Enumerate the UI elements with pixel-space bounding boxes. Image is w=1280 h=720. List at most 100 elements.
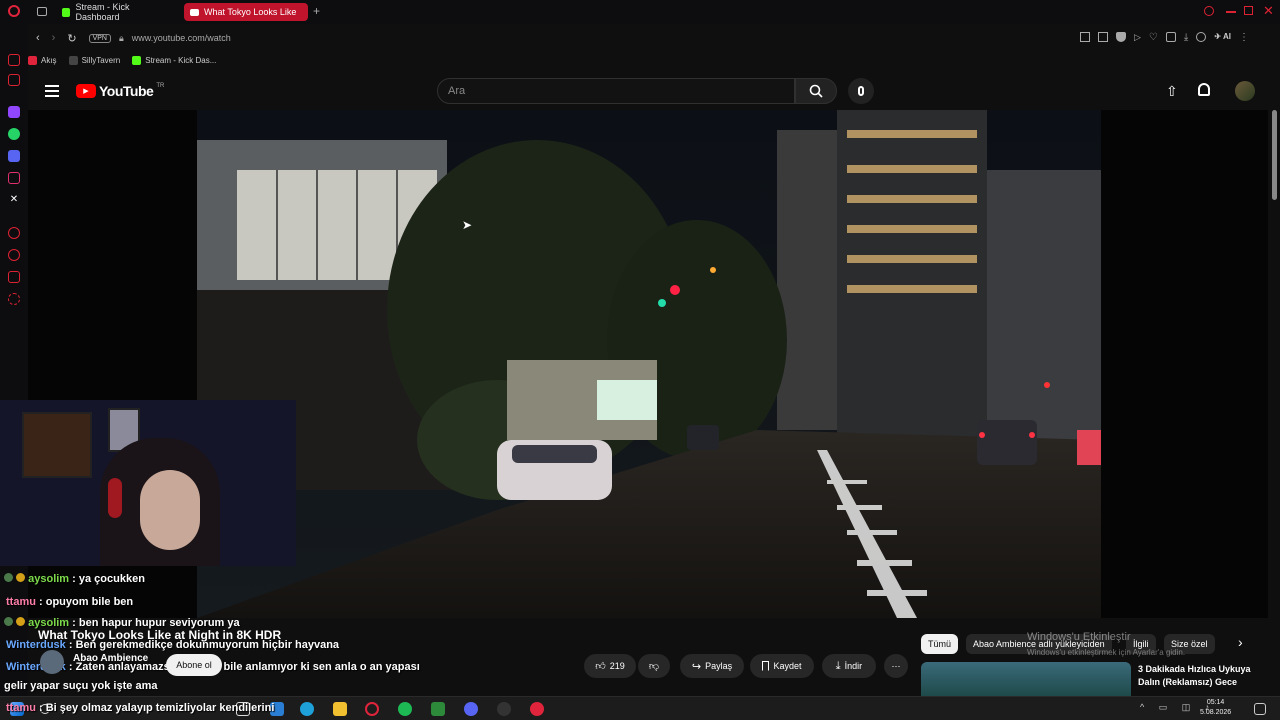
chat-user: ttamu bbox=[6, 596, 36, 608]
channel-name[interactable]: Abao Ambience bbox=[73, 653, 148, 664]
extensions-icon[interactable] bbox=[1165, 32, 1176, 42]
discord-icon[interactable] bbox=[8, 150, 20, 162]
twitch-icon[interactable] bbox=[8, 106, 20, 118]
channel-avatar[interactable] bbox=[40, 650, 64, 674]
discord-taskbar-icon[interactable] bbox=[464, 702, 478, 716]
subscriber-badge-icon bbox=[4, 617, 13, 626]
url-field[interactable]: www.youtube.com/watch bbox=[132, 33, 231, 43]
opera-logo-icon[interactable] bbox=[8, 5, 20, 17]
instagram-icon[interactable] bbox=[8, 172, 20, 184]
search-input[interactable]: Ara bbox=[437, 78, 795, 104]
opera-icon[interactable] bbox=[365, 702, 379, 716]
whatsapp-icon[interactable] bbox=[8, 128, 20, 140]
chevron-right-icon[interactable]: › bbox=[1238, 634, 1243, 650]
tab-kick-dashboard[interactable]: Stream - Kick Dashboard bbox=[56, 2, 176, 22]
forward-icon[interactable]: › bbox=[52, 32, 56, 44]
app-icon[interactable] bbox=[431, 702, 445, 716]
like-button[interactable]: 👍︎ 219 bbox=[584, 654, 636, 678]
minimize-icon[interactable] bbox=[1226, 11, 1236, 13]
chat-text: : Bi şey olmaz yalayıp temizliyolar kend… bbox=[39, 702, 275, 714]
download-button[interactable]: ⤓ İndir bbox=[822, 654, 876, 678]
ai-button[interactable]: ✈ AI bbox=[1214, 32, 1231, 43]
workspace-icon[interactable] bbox=[37, 7, 47, 16]
play-icon[interactable]: ▷ bbox=[1134, 32, 1141, 43]
x-icon[interactable]: ✕ bbox=[8, 194, 20, 206]
headset bbox=[108, 478, 122, 518]
streamer-face bbox=[140, 470, 200, 550]
windows-watermark-sub: Windows'u etkinleştirmek için Ayarlar'a … bbox=[1027, 648, 1186, 657]
maximize-icon[interactable] bbox=[1244, 6, 1253, 15]
aria-icon[interactable] bbox=[8, 54, 20, 66]
dislike-button[interactable]: 👎︎ bbox=[638, 654, 670, 678]
thumbs-up-icon: 👍︎ bbox=[595, 661, 606, 672]
chat-message: ttamu : opuyom bile ben bbox=[6, 596, 133, 608]
settings-icon[interactable] bbox=[8, 293, 20, 305]
pinboard-icon[interactable] bbox=[8, 271, 20, 283]
spotify-icon[interactable] bbox=[398, 702, 412, 716]
windows-watermark: Windows'u Etkinleştir bbox=[1027, 631, 1131, 643]
history-icon[interactable] bbox=[8, 249, 20, 261]
obs-icon[interactable] bbox=[497, 702, 511, 716]
bookmark-sillytavern[interactable]: SillyTavern bbox=[68, 55, 120, 65]
more-actions-button[interactable]: ⋯ bbox=[884, 654, 908, 678]
new-tab-icon[interactable]: + bbox=[313, 4, 320, 18]
akis-icon bbox=[28, 55, 37, 65]
heart-icon[interactable]: ♡ bbox=[1149, 32, 1158, 43]
chip-all[interactable]: Tümü bbox=[921, 634, 959, 654]
chat-text: : ya çocukken bbox=[72, 573, 145, 585]
mouse-cursor-icon: ➤ bbox=[462, 218, 473, 232]
notifications-icon[interactable] bbox=[1198, 83, 1210, 96]
kick-icon bbox=[132, 55, 142, 65]
chat-text: : opuyom bile ben bbox=[39, 596, 134, 608]
badge-icon bbox=[16, 573, 26, 582]
scrollbar[interactable] bbox=[1272, 110, 1277, 200]
avatar[interactable] bbox=[1235, 81, 1255, 101]
reload-icon[interactable]: ↻ bbox=[67, 32, 76, 45]
download-icon: ⤓ bbox=[835, 659, 841, 672]
download-icon[interactable]: ⤓ bbox=[1184, 32, 1188, 43]
shield-icon[interactable] bbox=[1116, 32, 1126, 42]
subscribe-button[interactable]: Abone ol bbox=[166, 654, 222, 676]
kick-icon bbox=[62, 7, 71, 17]
close-window-icon[interactable]: ✕ bbox=[1263, 3, 1274, 19]
chat-user: aysolim bbox=[28, 573, 70, 585]
video-frame bbox=[197, 110, 1101, 618]
edge-icon[interactable] bbox=[300, 702, 314, 716]
back-icon[interactable]: ‹ bbox=[36, 32, 40, 44]
search-tabs-icon[interactable] bbox=[1204, 6, 1214, 16]
screenshot-icon[interactable] bbox=[1196, 32, 1207, 42]
chat-message: gelir yapar suçu yok işte ama bbox=[4, 680, 157, 692]
tab-youtube-video[interactable]: What Tokyo Looks Like bbox=[184, 3, 308, 21]
voice-search-button[interactable] bbox=[848, 78, 874, 104]
save-button[interactable]: Kaydet bbox=[750, 654, 814, 678]
bookmark-akis[interactable]: Akış bbox=[28, 55, 57, 65]
player-icon[interactable] bbox=[8, 227, 20, 239]
chat-message: ttamu : Bi şey olmaz yalayıp temizliyola… bbox=[6, 702, 274, 714]
snapshot-icon[interactable] bbox=[1098, 32, 1108, 42]
media-app-icon[interactable] bbox=[530, 702, 544, 716]
share-button[interactable]: ↪ Paylaş bbox=[680, 654, 744, 678]
video-title: What Tokyo Looks Like at Night in 8K HDR bbox=[38, 628, 282, 642]
bookmark-kick-dashboard[interactable]: Stream - Kick Das... bbox=[132, 55, 216, 65]
recommended-title[interactable]: 3 Dakikada Hızlıca Uykuya Dalın (Reklams… bbox=[1138, 663, 1251, 689]
bookmark-icon bbox=[762, 661, 770, 671]
search-button[interactable] bbox=[795, 78, 837, 104]
youtube-logo[interactable]: ▶ YouTube TR bbox=[76, 83, 164, 99]
sillytavern-icon bbox=[68, 55, 78, 65]
clock[interactable]: 05:14 5.08.2026 bbox=[1200, 698, 1231, 718]
chat-user: ttamu bbox=[6, 702, 36, 714]
news-icon[interactable] bbox=[8, 74, 20, 86]
youtube-play-icon: ▶ bbox=[76, 84, 96, 98]
explorer-icon[interactable] bbox=[333, 702, 347, 716]
hamburger-menu-icon[interactable] bbox=[45, 85, 59, 97]
notification-center-icon[interactable] bbox=[1254, 703, 1266, 715]
recommended-thumbnail[interactable] bbox=[921, 662, 1131, 696]
upload-icon[interactable]: ⇧ bbox=[1166, 83, 1178, 100]
subscriber-badge-icon bbox=[4, 573, 13, 582]
search-icon bbox=[809, 84, 823, 98]
bookmark-page-icon[interactable] bbox=[1080, 32, 1090, 42]
video-player[interactable]: ➤ bbox=[197, 110, 1101, 618]
youtube-tab-icon bbox=[190, 8, 199, 16]
menu-dots-icon[interactable]: ⋮ bbox=[1239, 32, 1249, 43]
vpn-badge[interactable]: VPN bbox=[88, 33, 111, 43]
